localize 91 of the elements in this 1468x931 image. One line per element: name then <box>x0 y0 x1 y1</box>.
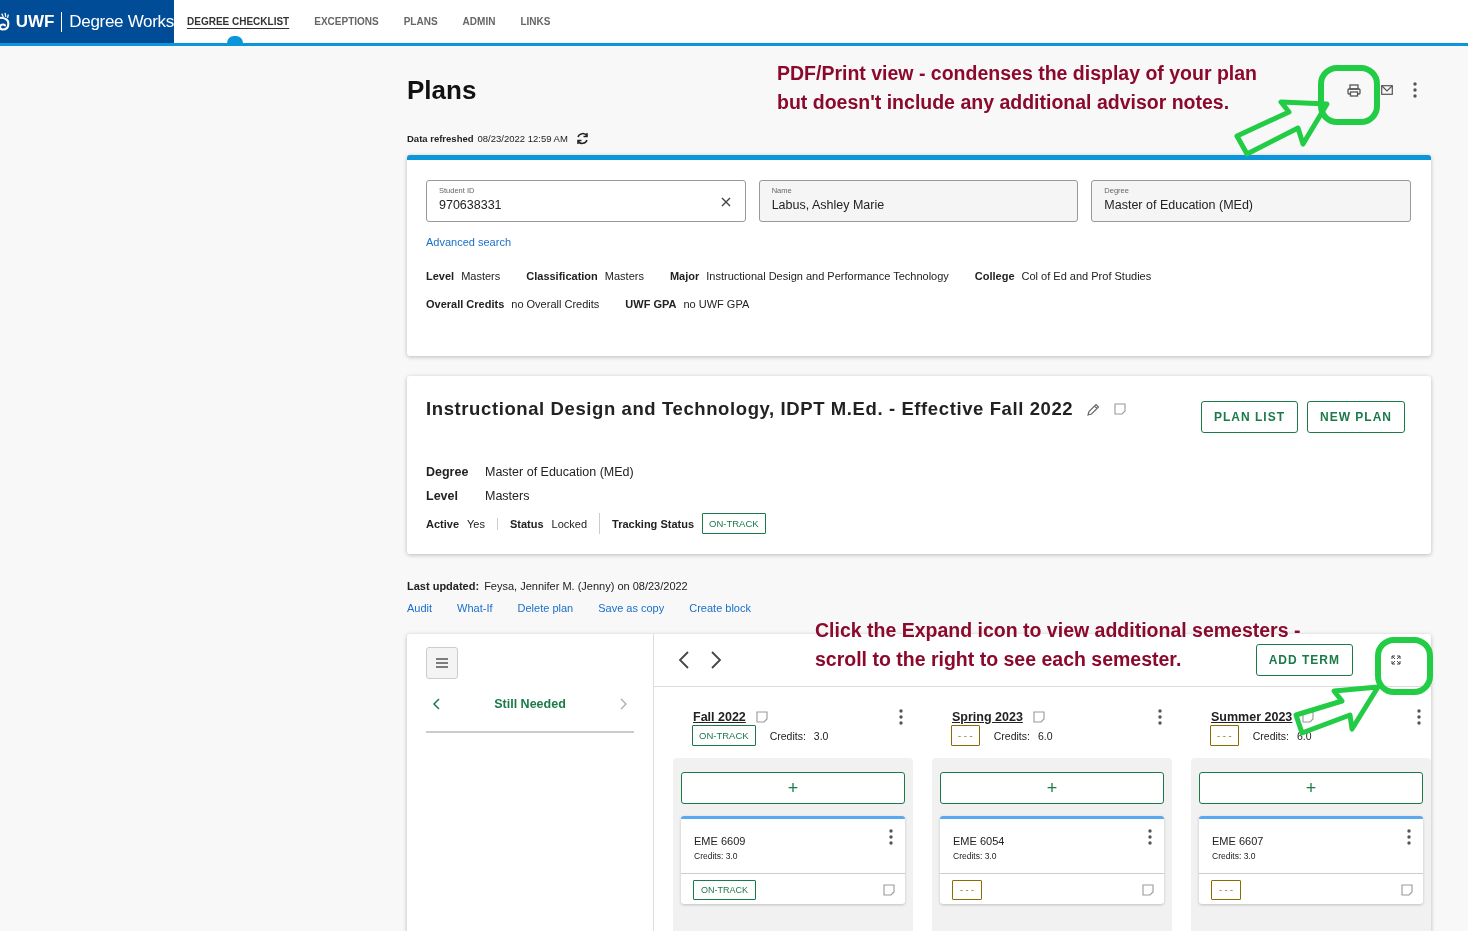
term-status-badge: ON-TRACK <box>692 725 756 746</box>
annotation-text: Click the Expand icon to view additional semesters - <box>815 619 1301 641</box>
add-course-button[interactable]: + <box>940 772 1164 804</box>
course-code: EME 6607 <box>1212 835 1264 847</box>
more-icon[interactable] <box>889 829 893 845</box>
plan-action-link[interactable]: What-If <box>457 602 493 614</box>
plan-button[interactable]: PLAN LIST <box>1201 401 1298 433</box>
last-updated-label: Last updated: <box>407 580 480 592</box>
nav-tab[interactable]: DEGREE CHECKLIST <box>187 0 290 43</box>
fact-label: Major <box>669 270 700 282</box>
more-icon[interactable] <box>1413 82 1417 98</box>
course-status-badge: ON-TRACK <box>693 880 756 900</box>
course-credits: Credits: 3.0 <box>953 851 998 861</box>
status-label: Tracking Status <box>612 517 694 530</box>
term-status-badge: - - - <box>1210 725 1239 746</box>
credits-label: Credits: <box>769 729 806 742</box>
still-needed-title: Still Needed <box>494 697 566 711</box>
credits-value: 3.0 <box>813 729 829 742</box>
add-term-button[interactable]: ADD TERM <box>1255 644 1353 676</box>
chevron-left-icon[interactable] <box>432 698 440 710</box>
term-name: Summer 2023 <box>1211 710 1293 724</box>
fact-value: no Overall Credits <box>511 298 600 310</box>
more-icon[interactable] <box>1158 709 1162 725</box>
more-icon[interactable] <box>1407 829 1411 845</box>
plan-title: Instructional Design and Technology, IDPT M.Ed. - Effective Fall 2022 <box>426 398 1074 420</box>
term-status-badge: - - - <box>951 725 980 746</box>
plan-action-link[interactable]: Delete plan <box>517 602 574 614</box>
nav-tab[interactable]: ADMIN <box>462 0 496 43</box>
nav-tab[interactable]: EXCEPTIONS <box>314 0 379 43</box>
menu-icon[interactable] <box>436 658 448 668</box>
fact-value: no UWF GPA <box>683 298 750 310</box>
refresh-time: 08/23/2022 12:59 AM <box>477 133 568 144</box>
credits-value: 6.0 <box>1037 729 1053 742</box>
nav-tab[interactable]: LINKS <box>520 0 551 43</box>
menu-button[interactable] <box>426 647 458 679</box>
plan-action-link[interactable]: Audit <box>407 602 433 614</box>
advanced-search-link[interactable]: Advanced search <box>426 236 1411 248</box>
refresh-label: Data refreshed <box>407 133 474 144</box>
fact-label: UWF GPA <box>625 298 677 310</box>
fact-value: Masters <box>604 270 644 282</box>
fact-label: Classification <box>526 270 598 282</box>
fact-label: College <box>974 270 1015 282</box>
previous-icon[interactable] <box>678 651 690 669</box>
logo[interactable]: UWF Degree Works <box>0 0 174 43</box>
term-name: Spring 2023 <box>952 710 1023 724</box>
print-icon[interactable] <box>1347 83 1361 97</box>
credits-label: Credits: <box>1252 729 1289 742</box>
pencil-icon[interactable] <box>1087 403 1101 416</box>
add-course-button[interactable]: + <box>1199 772 1423 804</box>
course-status-badge: - - - <box>1211 880 1241 900</box>
course-credits: Credits: 3.0 <box>1212 851 1257 861</box>
nav-tab[interactable]: PLANS <box>403 0 438 43</box>
status-label: Active <box>426 517 460 530</box>
page-title: Plans <box>407 74 477 106</box>
fact-label: Overall Credits <box>426 298 505 310</box>
term-name: Fall 2022 <box>693 710 746 724</box>
annotation-text: scroll to the right to see each semester. <box>815 648 1182 670</box>
tracking-badge: ON-TRACK <box>702 513 766 534</box>
more-icon[interactable] <box>1148 829 1152 845</box>
credits-label: Credits: <box>993 729 1030 742</box>
status-label: Status <box>510 517 544 530</box>
refresh-icon[interactable] <box>575 132 589 145</box>
plan-button[interactable]: NEW PLAN <box>1307 401 1405 433</box>
course-code: EME 6609 <box>694 835 746 847</box>
course-code: EME 6054 <box>953 835 1005 847</box>
add-course-button[interactable]: + <box>681 772 905 804</box>
close-icon[interactable] <box>720 197 731 207</box>
fact-value: Col of Ed and Prof Studies <box>1021 270 1152 282</box>
fact-label: Level <box>426 270 455 282</box>
expand-icon[interactable] <box>1391 655 1401 665</box>
fact-value: Masters <box>461 270 501 282</box>
logo-title: Degree Works <box>69 11 174 32</box>
more-icon[interactable] <box>1417 709 1421 725</box>
last-updated-value: Feysa, Jennifer M. (Jenny) on 08/23/2022 <box>484 580 688 592</box>
detail-label: Level <box>426 489 459 503</box>
status-value: Locked <box>551 517 588 530</box>
annotation-text: but doesn't include any additional advisor notes. <box>777 91 1230 113</box>
annotation-text: PDF/Print view - condenses the display of your plan <box>777 62 1257 84</box>
detail-label: Degree <box>426 465 470 479</box>
status-value: Yes <box>467 517 485 530</box>
mail-icon[interactable] <box>1381 85 1393 95</box>
detail-value: Master of Education (MEd) <box>485 465 634 479</box>
more-icon[interactable] <box>899 709 903 725</box>
next-icon[interactable] <box>710 651 722 669</box>
plan-action-link[interactable]: Save as copy <box>598 602 665 614</box>
plan-action-link[interactable]: Create block <box>689 602 751 614</box>
course-credits: Credits: 3.0 <box>694 851 739 861</box>
logo-text: UWF <box>15 11 55 32</box>
detail-value: Masters <box>485 489 530 503</box>
fact-value: Instructional Design and Performance Technology <box>706 270 949 282</box>
course-status-badge: - - - <box>952 880 982 900</box>
